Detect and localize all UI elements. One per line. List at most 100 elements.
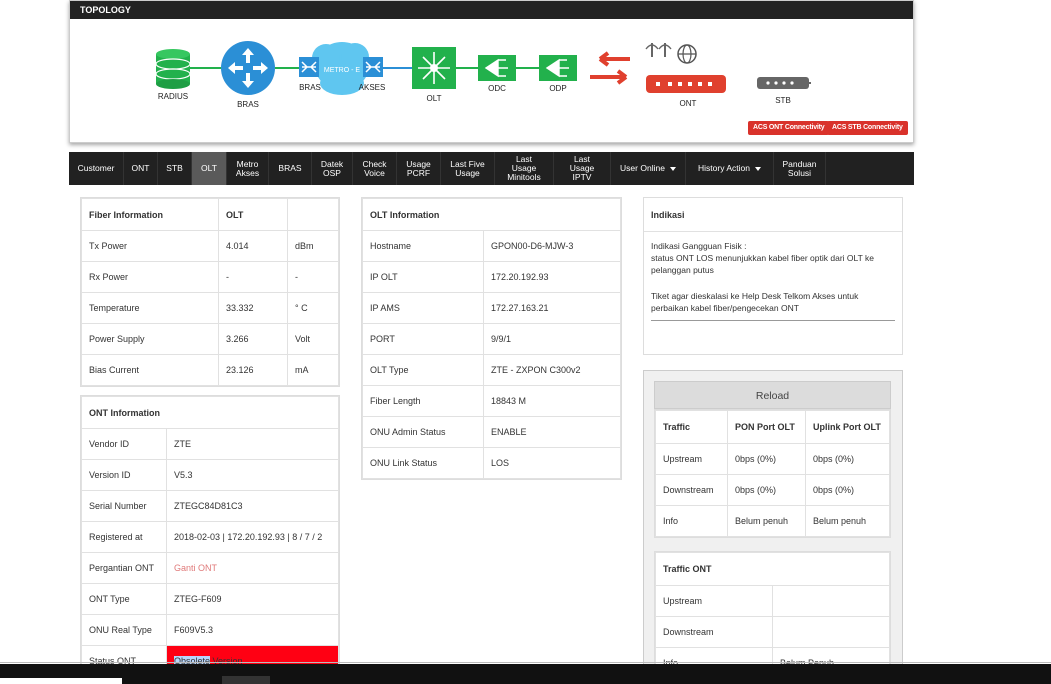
row-value: 0bps (0%) xyxy=(727,474,806,506)
traffic-table: Traffic PON Port OLT Uplink Port OLT Upstr… xyxy=(655,410,890,537)
row-value: 0bps (0%) xyxy=(727,443,806,475)
ont-table: ONT Information Vendor ID ZTE Version ID V… xyxy=(81,396,339,669)
bras-router-icon xyxy=(221,41,275,95)
row-label: IP OLT xyxy=(362,261,484,293)
row-value: 33.332 xyxy=(218,292,288,324)
olt-label: OLT xyxy=(427,94,442,103)
indikasi-line: Indikasi Gangguan Fisik : xyxy=(651,241,747,251)
row-value: Belum penuh xyxy=(805,505,890,537)
taskbar xyxy=(0,664,1051,684)
row-value: 172.27.163.21 xyxy=(483,292,621,324)
olt-header: OLT Information xyxy=(362,198,621,231)
traffic-ont-panel: Traffic ONT Upstream Downstream InfoBelu… xyxy=(654,551,891,666)
row-label: Upstream xyxy=(655,585,773,617)
acs-ont-button[interactable]: ACS ONT Connectivity xyxy=(748,121,830,135)
row-unit: - xyxy=(287,261,339,293)
tab-bras[interactable]: BRAS xyxy=(269,152,312,185)
tab-datek-osp[interactable]: Datek OSP xyxy=(312,152,353,185)
odc-label: ODC xyxy=(488,84,506,93)
tab-olt[interactable]: OLT xyxy=(192,152,227,185)
table-row: Upstream xyxy=(655,585,890,617)
table-row: IP OLT 172.20.192.93 xyxy=(362,261,621,293)
row-label: Vendor ID xyxy=(81,428,167,460)
fiber-header: Fiber Information xyxy=(81,198,219,231)
olt-information-panel: OLT Information Hostname GPON00-D6-MJW-3 … xyxy=(361,197,622,480)
row-label: Pergantian ONT xyxy=(81,552,167,584)
tab-check-voice[interactable]: Check Voice xyxy=(353,152,397,185)
tab-last-usage-iptv[interactable]: Last Usage IPTV xyxy=(554,152,611,185)
table-row: Downstream 0bps (0%) 0bps (0%) xyxy=(655,474,890,506)
chevron-down-icon xyxy=(669,166,676,171)
topology-title: TOPOLOGY xyxy=(70,1,913,19)
table-row: Upstream 0bps (0%) 0bps (0%) xyxy=(655,443,890,475)
row-value: LOS xyxy=(483,447,621,479)
row-label: Fiber Length xyxy=(362,385,484,417)
row-label: IP AMS xyxy=(362,292,484,324)
table-row: ONT Type ZTEG-F609 xyxy=(81,583,339,615)
tab-last-usage-minitools[interactable]: Last Usage Minitools xyxy=(495,152,554,185)
row-label: Temperature xyxy=(81,292,219,324)
table-row: Bias Current 23.126 mA xyxy=(81,354,339,386)
row-label: Rx Power xyxy=(81,261,219,293)
taskbar-segment xyxy=(0,678,122,684)
ganti-ont-link[interactable]: Ganti ONT xyxy=(166,552,339,584)
row-unit: dBm xyxy=(287,230,339,262)
table-row: IP AMS 172.27.163.21 xyxy=(362,292,621,324)
traffic-header: PON Port OLT xyxy=(727,410,806,444)
row-unit: ° C xyxy=(287,292,339,324)
row-value: F609V5.3 xyxy=(166,614,339,646)
table-row: Serial Number ZTEGC84D81C3 xyxy=(81,490,339,522)
row-label: Downstream xyxy=(655,474,728,506)
acs-stb-button[interactable]: ACS STB Connectivity xyxy=(827,121,908,135)
tab-usage-pcrf[interactable]: Usage PCRF xyxy=(397,152,441,185)
chevron-down-icon xyxy=(754,166,761,171)
row-unit: Volt xyxy=(287,323,339,355)
row-value: ZTEG-F609 xyxy=(166,583,339,615)
row-value: 172.20.192.93 xyxy=(483,261,621,293)
olt-table: OLT Information Hostname GPON00-D6-MJW-3 … xyxy=(362,198,621,479)
tab-history-action[interactable]: History Action xyxy=(686,152,774,185)
bras-label: BRAS xyxy=(237,100,259,109)
table-row: OLT Type ZTE - ZXPON C300v2 xyxy=(362,354,621,386)
table-row: Version ID V5.3 xyxy=(81,459,339,491)
row-label: Serial Number xyxy=(81,490,167,522)
tab-customer[interactable]: Customer xyxy=(69,152,124,185)
fiber-header-olt: OLT xyxy=(218,198,288,231)
akses-label: AKSES xyxy=(359,83,386,92)
row-label: Version ID xyxy=(81,459,167,491)
row-label: Upstream xyxy=(655,443,728,475)
tab-ont[interactable]: ONT xyxy=(124,152,158,185)
tab-stb[interactable]: STB xyxy=(158,152,192,185)
main-nav: Customer ONT STB OLT Metro Akses BRAS Da… xyxy=(69,152,914,185)
ont-icon xyxy=(645,43,726,93)
tab-last-five-usage[interactable]: Last Five Usage xyxy=(441,152,495,185)
ont-label: ONT xyxy=(680,99,697,108)
table-row: ONU Admin Status ENABLE xyxy=(362,416,621,448)
tab-panduan-solusi[interactable]: Panduan Solusi xyxy=(774,152,826,185)
reload-button[interactable]: Reload xyxy=(654,381,891,409)
table-row: Pergantian ONT Ganti ONT xyxy=(81,552,339,584)
globe-icon xyxy=(677,44,697,64)
row-label: Registered at xyxy=(81,521,167,553)
table-row: PORT 9/9/1 xyxy=(362,323,621,355)
stb-label: STB xyxy=(775,96,791,105)
table-row: Rx Power - - xyxy=(81,261,339,293)
topology-diagram: RADIUS BRAS METRO - E BRAS AKSES OLT ODC… xyxy=(155,41,811,109)
row-value: - xyxy=(218,261,288,293)
row-value: 9/9/1 xyxy=(483,323,621,355)
table-row: Info Belum penuh Belum penuh xyxy=(655,505,890,537)
odp-label: ODP xyxy=(549,84,566,93)
table-row: ONU Real Type F609V5.3 xyxy=(81,614,339,646)
tab-metro-akses[interactable]: Metro Akses xyxy=(227,152,269,185)
odp-icon xyxy=(539,55,577,81)
indikasi-line: status ONT LOS menunjukkan kabel fiber o… xyxy=(651,253,874,275)
row-value: 18843 M xyxy=(483,385,621,417)
traffic-panel: Traffic PON Port OLT Uplink Port OLT Upstr… xyxy=(654,409,891,538)
row-label: ONU Real Type xyxy=(81,614,167,646)
row-value: 4.014 xyxy=(218,230,288,262)
row-value: 0bps (0%) xyxy=(805,474,890,506)
bidirectional-arrows-icon xyxy=(590,51,630,85)
tab-user-online[interactable]: User Online xyxy=(611,152,686,185)
traffic-header: Uplink Port OLT xyxy=(805,410,890,444)
table-row: Vendor ID ZTE xyxy=(81,428,339,460)
